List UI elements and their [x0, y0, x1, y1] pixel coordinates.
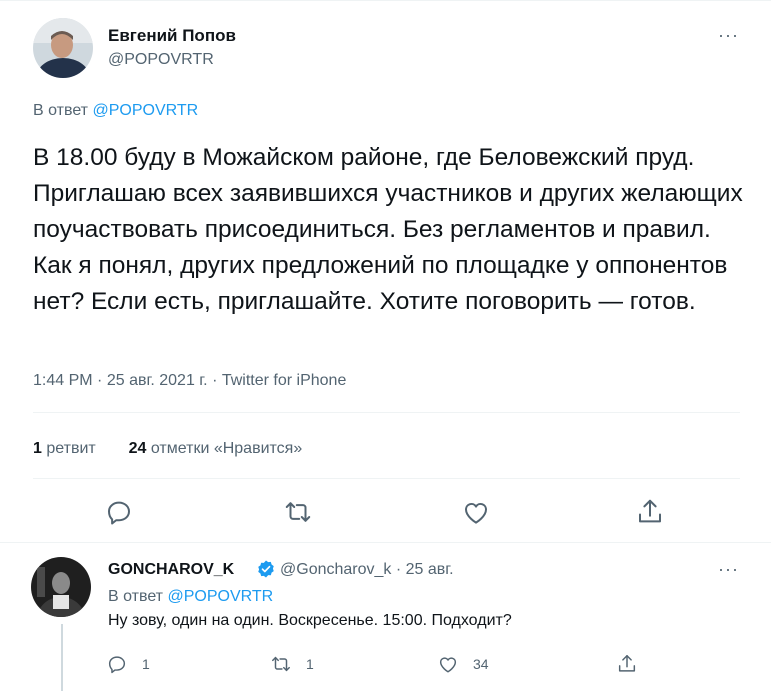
reply-author-avatar[interactable] [31, 557, 91, 617]
likes-stat[interactable]: 24 отметки «Нравится» [129, 440, 303, 457]
author-handle[interactable]: @POPOVRTR [108, 51, 214, 69]
reply-count: 1 [142, 656, 150, 672]
share-icon[interactable] [635, 497, 665, 527]
reply-prefix: В ответ [33, 102, 89, 119]
verified-badge-icon [256, 559, 276, 579]
share-icon[interactable] [616, 653, 638, 675]
reply-icon[interactable] [106, 653, 128, 675]
heart-icon[interactable] [437, 653, 459, 675]
heart-icon[interactable] [461, 497, 491, 527]
reply-context: В ответ @POPOVRTR [108, 588, 273, 606]
meta-separator: · [395, 561, 402, 578]
reply-action[interactable]: 1 [106, 652, 150, 676]
reply-to-link[interactable]: @POPOVRTR [92, 102, 198, 119]
likes-label: отметки «Нравится» [150, 440, 303, 457]
retweet-icon[interactable] [283, 497, 313, 527]
thread-line [61, 624, 63, 691]
divider [0, 542, 771, 543]
retweets-label: ретвит [46, 440, 96, 457]
reply-icon[interactable] [104, 497, 134, 527]
tweet-stats: 1 ретвит 24 отметки «Нравится» [33, 440, 302, 458]
tweet-meta: 1:44 PM · 25 авг. 2021 г. · Twitter for … [33, 372, 346, 390]
main-tweet: Евгений Попов @POPOVRTR ··· В ответ @POP… [0, 0, 771, 545]
like-count: 34 [473, 656, 489, 672]
more-icon[interactable]: ··· [718, 560, 739, 578]
reply-date[interactable]: 25 авг. [406, 561, 454, 578]
divider [33, 478, 740, 479]
meta-separator: · [212, 372, 218, 389]
reply-author-handle[interactable]: @Goncharov_k [280, 561, 391, 578]
retweets-stat[interactable]: 1 ретвит [33, 440, 96, 457]
more-icon[interactable]: ··· [718, 26, 739, 44]
likes-count: 24 [128, 440, 147, 457]
author-avatar[interactable] [33, 18, 93, 78]
retweet-icon[interactable] [270, 653, 292, 675]
reply-to-link[interactable]: @POPOVRTR [167, 588, 273, 605]
retweet-action[interactable]: 1 [270, 652, 314, 676]
reply-context: В ответ @POPOVRTR [33, 102, 198, 120]
retweets-count: 1 [33, 440, 42, 457]
tweet-date[interactable]: 25 авг. 2021 г. [107, 372, 208, 389]
tweet-text: В 18.00 буду в Можайском районе, где Бел… [33, 144, 743, 315]
tweet-time[interactable]: 1:44 PM [33, 372, 93, 389]
like-action[interactable]: 34 [437, 652, 489, 676]
retweet-count: 1 [306, 656, 314, 672]
reply-meta: @Goncharov_k · 25 авг. [280, 561, 454, 579]
share-action[interactable] [616, 652, 638, 676]
reply-prefix: В ответ [108, 588, 164, 605]
reply-text: Ну зову, один на один. Воскресенье. 15:0… [108, 612, 512, 629]
tweet-source[interactable]: Twitter for iPhone [222, 372, 347, 389]
divider [33, 412, 740, 413]
meta-separator: · [97, 372, 103, 389]
reply-author-name[interactable]: GONCHAROV_K [108, 561, 234, 579]
author-name[interactable]: Евгений Попов [108, 26, 236, 46]
